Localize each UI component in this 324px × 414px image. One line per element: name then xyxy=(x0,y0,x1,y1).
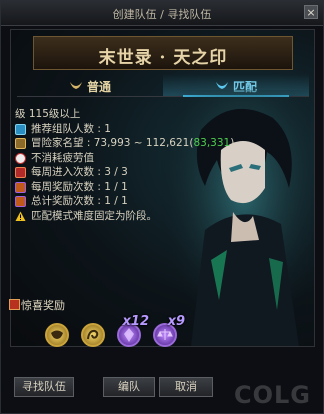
difficulty-warning-text: 匹配模式难度固定为阶段。 xyxy=(31,209,157,222)
adventurer-fame-current: 83,331 xyxy=(193,137,231,149)
reward-item-3[interactable]: x12 xyxy=(117,314,149,347)
party-icon xyxy=(15,123,26,135)
no-fatigue-row: 不消耗疲劳值 xyxy=(15,151,185,166)
no-fatigue-text: 不消耗疲劳值 xyxy=(31,151,94,164)
reward-item-4[interactable]: x9 xyxy=(153,314,185,347)
reward-ticket-icon xyxy=(15,196,26,207)
reward-item-3-quantity: x12 xyxy=(122,314,149,329)
fame-icon xyxy=(15,138,26,149)
warning-icon xyxy=(15,211,26,221)
cancel-button[interactable]: 取消 xyxy=(159,377,213,397)
window-title: 创建队伍 / 寻找队伍 xyxy=(112,8,212,21)
recommended-members-row: 推荐组队人数 : 1 xyxy=(15,122,185,137)
weekly-rewards-row: 每周奖励次数 : 1 / 1 xyxy=(15,180,185,195)
reward-item-2[interactable] xyxy=(81,323,105,347)
dungeon-info-list: 级 115级以上 推荐组队人数 : 1 冒险家名望 : 73,993 ~ 112… xyxy=(15,107,234,224)
difficulty-warning-row: 匹配模式难度固定为阶段。 xyxy=(15,209,185,224)
title-bar: 创建队伍 / 寻找队伍 × xyxy=(1,1,323,26)
entry-ticket-icon xyxy=(15,167,26,178)
find-team-button[interactable]: 寻找队伍 xyxy=(14,377,74,397)
total-rewards-text: 总计奖励次数 : 1 / 1 xyxy=(31,195,128,207)
weekly-entries-text: 每周进入次数 : 3 / 3 xyxy=(31,166,128,178)
dungeon-title: 末世录 · 天之印 xyxy=(98,48,228,68)
surprise-rewards-title: 惊喜奖励 xyxy=(21,299,65,312)
colg-watermark: COLG xyxy=(233,381,311,409)
team-window: 创建队伍 / 寻找队伍 × 末世录 · 天之印 普通 匹配 级 115级以上 推… xyxy=(0,0,324,414)
reward-item-1[interactable] xyxy=(45,323,69,347)
recommended-members-text: 推荐组队人数 : 1 xyxy=(31,122,111,135)
reward-item-4-quantity: x9 xyxy=(167,314,185,329)
level-requirement: 级 115级以上 xyxy=(15,108,81,120)
close-button[interactable]: × xyxy=(304,5,318,19)
demon-horns-icon xyxy=(69,82,82,89)
no-fatigue-icon xyxy=(15,152,26,164)
tab-normal[interactable]: 普通 xyxy=(17,74,163,96)
weekly-rewards-text: 每周奖励次数 : 1 / 1 xyxy=(31,180,128,193)
adventurer-fame-close: ) xyxy=(230,137,235,149)
reward-ticket-icon xyxy=(15,181,26,193)
total-rewards-row: 总计奖励次数 : 1 / 1 xyxy=(15,194,185,209)
gold-mask-medal-icon xyxy=(51,330,63,339)
gift-box-icon xyxy=(9,299,20,310)
weekly-entries-row: 每周进入次数 : 3 / 3 xyxy=(15,165,185,180)
adventurer-fame-row: 冒险家名望 : 73,993 ~ 112,621(83,331) xyxy=(15,136,234,151)
form-team-button[interactable]: 编队 xyxy=(103,377,155,397)
gold-spiral-medal-icon xyxy=(87,329,99,340)
adventurer-fame-range: 冒险家名望 : 73,993 ~ 112,621( xyxy=(31,137,194,149)
tab-normal-label: 普通 xyxy=(86,80,111,94)
dungeon-banner: 末世录 · 天之印 xyxy=(33,36,293,70)
